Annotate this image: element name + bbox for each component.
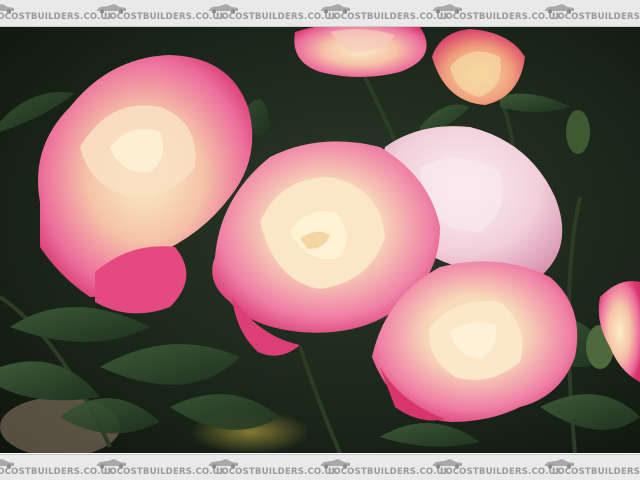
watermark-band-top: LOCOSTBUILDERS.CO.UK LOCOSTBUILDERS.CO.UK…	[0, 0, 640, 27]
watermark-row-bottom: LOCOSTBUILDERS.CO.UK LOCOSTBUILDERS.CO.UK…	[0, 455, 640, 480]
green-bud-small	[566, 110, 590, 154]
watermark-tile: LOCOSTBUILDERS.CO.UK	[0, 455, 114, 480]
watermark-tile: LOCOSTBUILDERS.CO.UK	[202, 0, 338, 26]
watermark-band-bottom: LOCOSTBUILDERS.CO.UK LOCOSTBUILDERS.CO.UK…	[0, 454, 640, 480]
watermark-tile: LOCOSTBUILDERS.CO.UK	[426, 0, 562, 26]
watermark-text: LOCOSTBUILDERS.CO.UK	[552, 12, 640, 22]
watermark-tile: LOCOSTBUILDERS.CO.UK	[90, 455, 226, 480]
image-frame: LOCOSTBUILDERS.CO.UK LOCOSTBUILDERS.CO.UK…	[0, 0, 640, 480]
watermark-tile: LOCOSTBUILDERS.CO.UK	[538, 455, 640, 480]
watermark-tile: LOCOSTBUILDERS.CO.UK	[314, 0, 450, 26]
rose-photo	[0, 27, 640, 453]
watermark-tile: LOCOSTBUILDERS.CO.UK	[538, 0, 640, 26]
watermark-tile: LOCOSTBUILDERS.CO.UK	[90, 0, 226, 26]
watermark-tile: LOCOSTBUILDERS.CO.UK	[314, 455, 450, 480]
watermark-tile: LOCOSTBUILDERS.CO.UK	[202, 455, 338, 480]
watermark-row-top: LOCOSTBUILDERS.CO.UK LOCOSTBUILDERS.CO.UK…	[0, 0, 640, 26]
watermark-text: LOCOSTBUILDERS.CO.UK	[552, 467, 640, 477]
watermark-tile: LOCOSTBUILDERS.CO.UK	[426, 455, 562, 480]
watermark-tile: LOCOSTBUILDERS.CO.UK	[0, 0, 114, 26]
